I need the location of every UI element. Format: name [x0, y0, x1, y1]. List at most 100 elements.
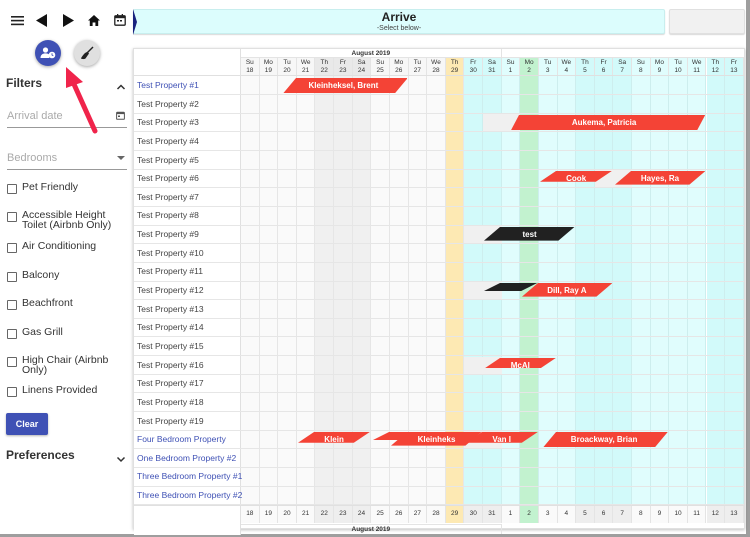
reservation-bar[interactable]: Cook [540, 171, 612, 186]
checkbox-square[interactable] [7, 272, 17, 282]
filter-checkbox[interactable]: Linens Provided [7, 385, 122, 397]
day-header[interactable]: Sa 7 [613, 58, 632, 76]
preferences-expand-toggle[interactable] [116, 450, 126, 463]
day-of-week: Fr [470, 59, 477, 66]
reservation-bar[interactable]: Aukema, Patricia [503, 115, 706, 131]
checkbox-label: Pet Friendly [22, 181, 79, 193]
checkbox-square[interactable] [7, 387, 17, 397]
reservation-bar[interactable]: Klein [298, 432, 370, 447]
day-header[interactable]: Fr 30 [464, 58, 484, 76]
filter-checkbox[interactable]: Balcony [7, 270, 122, 282]
filter-checkbox[interactable]: Gas Grill [7, 327, 122, 339]
day-header[interactable]: Mo 26 [389, 58, 409, 76]
date-picker-icon[interactable] [116, 111, 125, 120]
day-of-week: We [431, 59, 441, 66]
day-header[interactable]: Fr 23 [334, 58, 353, 76]
day-number: 9 [657, 67, 662, 74]
day-header[interactable]: Tu 10 [669, 58, 688, 76]
day-header[interactable]: Fr 13 [725, 58, 744, 76]
broom-icon [81, 46, 94, 60]
checkbox-square[interactable] [7, 184, 17, 194]
property-name: Test Property #15 [137, 340, 204, 351]
day-of-week: Tu [283, 59, 291, 66]
filter-checkbox[interactable]: High Chair (Airbnb Only) [7, 355, 122, 375]
day-number: 28 [432, 67, 440, 74]
person-add-clock-icon [40, 47, 56, 59]
previous-icon[interactable] [33, 8, 49, 32]
property-name[interactable]: One Bedroom Property #2 [137, 449, 236, 467]
reservation-bar[interactable]: McAl [484, 357, 557, 373]
checkbox-square[interactable] [7, 329, 17, 339]
bedrooms-select[interactable]: Bedrooms [7, 150, 127, 170]
clear-filters-button[interactable]: Clear [6, 413, 48, 435]
day-header[interactable]: Su 25 [371, 58, 390, 76]
filter-checkbox[interactable]: Air Conditioning [7, 241, 122, 253]
day-header[interactable]: Th 29 [445, 58, 465, 76]
day-header[interactable]: We 11 [687, 58, 707, 76]
reservation-bar[interactable]: test [484, 227, 575, 242]
footer-day-number: 25 [371, 504, 390, 523]
home-icon[interactable] [86, 8, 102, 32]
arrival-date-placeholder: Arrival date [7, 110, 63, 122]
checkbox-square[interactable] [7, 300, 17, 310]
day-header[interactable]: Mo 19 [259, 58, 279, 76]
reservation-guest-name: Dill, Ray A [547, 286, 587, 296]
checkbox-square[interactable] [7, 212, 17, 222]
day-header[interactable]: We 4 [557, 58, 577, 76]
day-header[interactable]: Su 8 [632, 58, 651, 76]
property-name[interactable]: Three Bedroom Property #1 [137, 467, 242, 485]
day-header[interactable]: Fr 6 [594, 58, 614, 76]
day-of-week: We [691, 59, 702, 66]
reservation-bar[interactable]: Dill, Ray A [521, 283, 613, 298]
checkbox-label: High Chair (Airbnb Only) [22, 354, 109, 376]
reservation-bar[interactable]: Van I [465, 432, 538, 447]
day-header[interactable]: Tu 27 [408, 58, 428, 76]
arrive-title: Arrive [381, 10, 417, 24]
checkbox-square[interactable] [7, 357, 17, 367]
row-divider [134, 243, 744, 245]
filter-checkbox[interactable]: Beachfront [7, 298, 122, 310]
next-icon[interactable] [60, 8, 76, 32]
depart-selector[interactable] [669, 9, 745, 34]
clean-button[interactable] [74, 40, 100, 66]
day-of-week: Su [636, 59, 645, 66]
day-header[interactable]: Th 22 [315, 58, 335, 76]
property-name[interactable]: Four Bedroom Property [137, 430, 226, 448]
footer-day-number: 7 [613, 504, 632, 523]
filters-collapse-toggle[interactable] [116, 78, 126, 90]
day-header[interactable]: Th 12 [706, 58, 726, 76]
day-header[interactable]: Th 5 [576, 58, 595, 76]
reservation-bar[interactable]: Hayes, Ra [614, 171, 706, 186]
day-number: 23 [339, 67, 347, 74]
day-number: 8 [639, 67, 643, 74]
menu-icon[interactable] [9, 8, 25, 32]
day-of-week: Su [376, 59, 385, 66]
day-header[interactable]: Tu 20 [278, 58, 297, 76]
day-header[interactable]: Sa 24 [352, 58, 372, 76]
checkbox-label: Beachfront [22, 297, 73, 309]
day-header[interactable]: We 21 [296, 58, 316, 76]
filter-checkbox[interactable]: Accessible Height Toilet (Airbnb Only) [7, 210, 122, 230]
day-header[interactable]: Su 1 [501, 58, 521, 76]
day-header[interactable]: Mo 2 [520, 58, 539, 76]
property-name[interactable]: Three Bedroom Property #2 [137, 486, 242, 504]
day-header[interactable]: Su 18 [241, 58, 260, 76]
day-number: 20 [283, 67, 291, 74]
calendar-icon[interactable] [112, 8, 128, 32]
preferences-heading[interactable]: Preferences [6, 448, 75, 462]
arrive-selector[interactable]: Arrive -Select below- [133, 9, 665, 35]
property-name: Test Property #3 [137, 117, 199, 128]
checkbox-square[interactable] [7, 243, 17, 253]
filter-checkbox[interactable]: Pet Friendly [7, 182, 122, 194]
property-name: Test Property #6 [137, 173, 199, 184]
property-name: Test Property #5 [137, 154, 199, 165]
day-header[interactable]: Mo 9 [650, 58, 670, 76]
day-header[interactable]: Sa 31 [483, 58, 502, 76]
arrival-date-field[interactable]: Arrival date [7, 108, 127, 128]
property-name[interactable]: Test Property #1 [137, 76, 199, 94]
day-header[interactable]: We 28 [427, 58, 446, 76]
reservation-bar[interactable]: Broackway, Brian [540, 432, 668, 448]
day-header[interactable]: Tu 3 [538, 58, 558, 76]
reservation-bar[interactable]: Kleinheksel, Brent [280, 78, 408, 93]
add-guest-button[interactable] [35, 40, 61, 66]
